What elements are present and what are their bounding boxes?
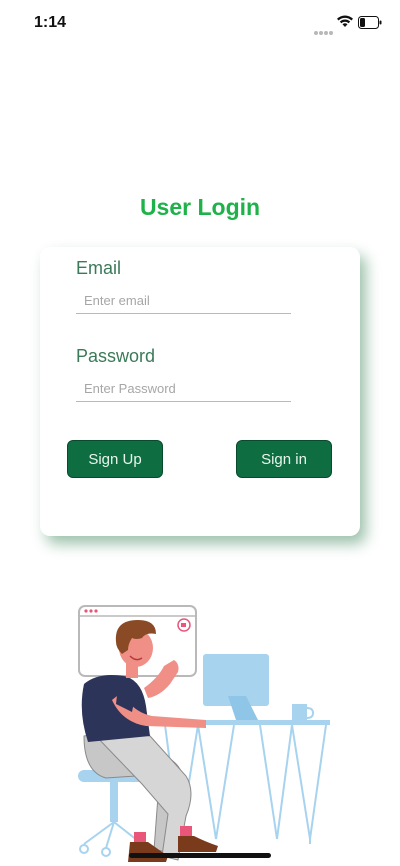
sign-up-button[interactable]: Sign Up [67,440,163,478]
home-indicator [129,853,271,858]
sign-in-button[interactable]: Sign in [236,440,332,478]
email-field[interactable] [76,288,291,314]
wifi-icon [337,15,353,27]
status-bar: 1:14 [0,0,400,44]
cellular-dots-icon [314,22,334,35]
person-at-computer-desk-illustration [78,605,330,862]
status-time: 1:14 [34,14,67,31]
page-title: User Login [139,194,261,220]
login-card: Email Password Sign Up Sign in [40,247,360,536]
battery-icon [358,16,382,29]
password-field[interactable] [76,376,291,402]
email-label: Email [76,258,122,278]
password-label: Password [76,346,156,366]
